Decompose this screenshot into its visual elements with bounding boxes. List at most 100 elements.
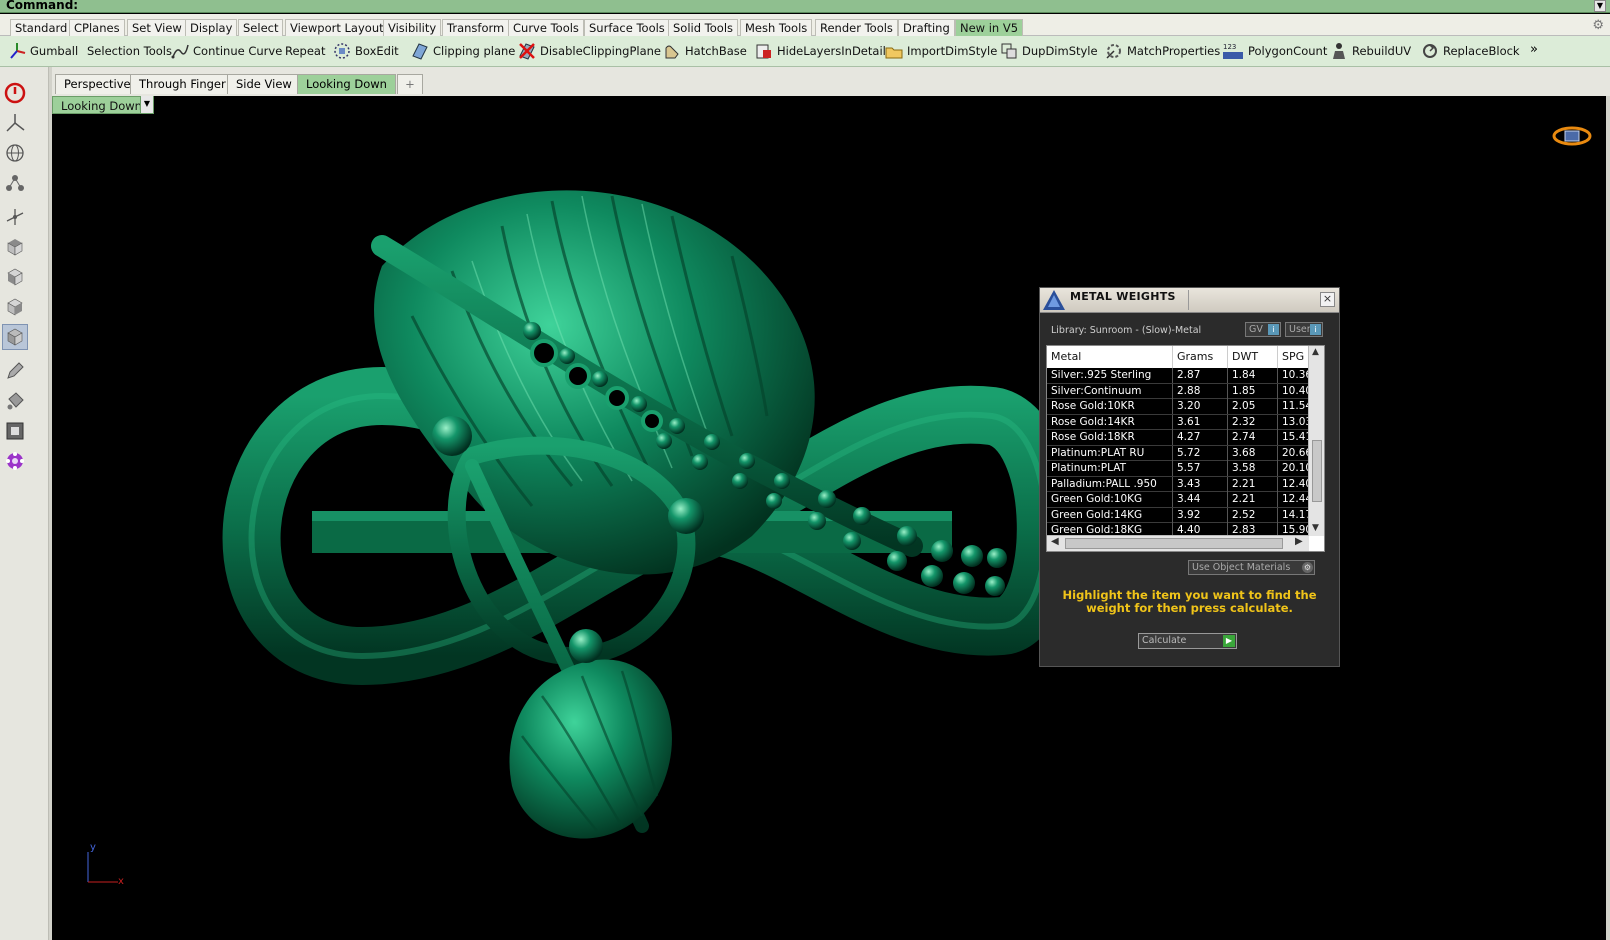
viewport-tab-through-finger[interactable]: Through Finger bbox=[130, 74, 235, 94]
viewport-menu-icon[interactable]: ▼ bbox=[140, 96, 153, 113]
command-bar[interactable]: Command: ▼ bbox=[0, 0, 1610, 13]
tab-mesh-tools[interactable]: Mesh Tools bbox=[740, 19, 813, 36]
cell-metal: Green Gold:10KG bbox=[1047, 492, 1173, 507]
scroll-thumb[interactable] bbox=[1312, 440, 1322, 502]
column-header-metal[interactable]: Metal bbox=[1047, 346, 1173, 368]
toolbar-overflow-icon[interactable]: » bbox=[1530, 42, 1538, 57]
repeat-button[interactable]: Repeat bbox=[285, 41, 325, 62]
boxedit-button[interactable]: BoxEdit bbox=[333, 41, 399, 62]
svg-text:123: 123 bbox=[1223, 43, 1236, 51]
tab-set-view[interactable]: Set View bbox=[127, 19, 187, 36]
tab-surface-tools[interactable]: Surface Tools bbox=[584, 19, 670, 36]
table-row[interactable]: Silver:.925 Sterling2.871.8410.36 bbox=[1047, 368, 1309, 384]
network-button[interactable] bbox=[2, 170, 28, 196]
disable-clipping-plane-button[interactable]: DisableClippingPlane bbox=[518, 41, 661, 62]
cell-dwt: 2.32 bbox=[1228, 414, 1278, 430]
table-row[interactable]: Green Gold:10KG3.442.2112.44 bbox=[1047, 492, 1309, 508]
table-horizontal-scrollbar[interactable]: ◀ ▶ bbox=[1047, 535, 1309, 551]
navigation-widget-icon[interactable] bbox=[1552, 124, 1592, 148]
import-dim-style-button[interactable]: ImportDimStyle bbox=[885, 41, 997, 62]
plugin-button[interactable] bbox=[2, 448, 28, 474]
clipping-plane-button[interactable]: Clipping plane bbox=[411, 41, 515, 62]
render-button[interactable] bbox=[2, 418, 28, 444]
tab-curve-tools[interactable]: Curve Tools bbox=[508, 19, 584, 36]
hatchbase-button[interactable]: HatchBase bbox=[663, 41, 747, 62]
dup-dim-style-button[interactable]: DupDimStyle bbox=[1000, 41, 1098, 62]
viewport-title-dropdown[interactable]: Looking Down bbox=[52, 96, 154, 114]
right-view-button[interactable] bbox=[2, 294, 28, 320]
selection-tools-button[interactable]: Selection Tools bbox=[87, 41, 172, 62]
cell-metal: Platinum:PLAT RU bbox=[1047, 445, 1173, 461]
gv-toggle[interactable]: GV i bbox=[1245, 322, 1281, 337]
scroll-right-icon[interactable]: ▶ bbox=[1295, 536, 1303, 547]
hide-layers-in-detail-button[interactable]: HideLayersInDetail bbox=[755, 41, 886, 62]
material-button[interactable] bbox=[2, 388, 28, 414]
cplane-icon bbox=[6, 209, 24, 225]
table-row[interactable]: Rose Gold:10KR3.202.0511.54 bbox=[1047, 399, 1309, 415]
ring-model bbox=[222, 190, 1075, 839]
rebuild-uv-button[interactable]: RebuildUV bbox=[1330, 41, 1411, 62]
scroll-up-icon[interactable]: ▲ bbox=[1312, 347, 1319, 357]
use-object-materials-label: Use Object Materials bbox=[1192, 562, 1291, 573]
cplane-button[interactable] bbox=[2, 204, 28, 230]
viewport-tab-side-view[interactable]: Side View bbox=[227, 74, 301, 94]
replace-block-icon bbox=[1423, 43, 1437, 58]
tab-viewport-layout[interactable]: Viewport Layout bbox=[285, 19, 389, 36]
column-header-grams[interactable]: Grams bbox=[1173, 346, 1228, 368]
settings-icon: ⚙ bbox=[1302, 562, 1313, 573]
tab-display[interactable]: Display bbox=[185, 19, 238, 36]
scroll-left-icon[interactable]: ◀ bbox=[1051, 536, 1059, 547]
play-icon: ▶ bbox=[1223, 635, 1235, 647]
table-row[interactable]: Silver:Continuum2.881.8510.40 bbox=[1047, 383, 1309, 399]
table-row[interactable]: Platinum:PLAT5.573.5820.10 bbox=[1047, 461, 1309, 477]
gumball-button[interactable]: Gumball bbox=[8, 41, 78, 62]
user-toggle-label: User bbox=[1289, 324, 1311, 335]
scroll-down-icon[interactable]: ▼ bbox=[1312, 523, 1319, 533]
continue-curve-button[interactable]: Continue Curve bbox=[171, 41, 282, 62]
world-view-button[interactable] bbox=[2, 140, 28, 166]
dialog-title-bar[interactable]: METAL WEIGHTS × bbox=[1040, 288, 1339, 313]
table-row[interactable]: Green Gold:14KG3.922.5214.17 bbox=[1047, 507, 1309, 523]
tab-render-tools[interactable]: Render Tools bbox=[815, 19, 898, 36]
viewport-looking-down[interactable]: Looking Down ▼ y x bbox=[52, 96, 1606, 940]
tab-transform[interactable]: Transform bbox=[442, 19, 510, 36]
top-view-button[interactable] bbox=[2, 234, 28, 260]
tab-drafting[interactable]: Drafting bbox=[898, 19, 955, 36]
user-toggle[interactable]: User i bbox=[1285, 322, 1323, 337]
viewport-tab-looking-down[interactable]: Looking Down bbox=[297, 74, 396, 94]
table-row[interactable]: Rose Gold:14KR3.612.3213.03 bbox=[1047, 414, 1309, 430]
command-dropdown-icon[interactable]: ▼ bbox=[1594, 0, 1606, 12]
tab-solid-tools[interactable]: Solid Tools bbox=[668, 19, 739, 36]
boxedit-label: BoxEdit bbox=[355, 44, 399, 58]
add-viewport-tab-icon[interactable]: + bbox=[397, 74, 423, 94]
set-view-button[interactable] bbox=[2, 110, 28, 136]
tab-cplanes[interactable]: CPlanes bbox=[69, 19, 125, 36]
history-record-button[interactable] bbox=[2, 80, 28, 106]
tab-new-in-v5[interactable]: New in V5 bbox=[955, 19, 1024, 36]
gear-icon[interactable]: ⚙ bbox=[1592, 18, 1604, 33]
sketch-button[interactable] bbox=[2, 358, 28, 384]
power-icon bbox=[4, 82, 26, 104]
tab-standard[interactable]: Standard bbox=[10, 19, 73, 36]
polygon-count-button[interactable]: 123 PolygonCount bbox=[1222, 41, 1327, 62]
column-header-dwt[interactable]: DWT bbox=[1228, 346, 1278, 368]
viewport-tab-perspective[interactable]: Perspective bbox=[55, 74, 140, 94]
calculate-button[interactable]: Calculate ▶ bbox=[1138, 633, 1237, 649]
table-row[interactable]: Palladium:PALL .9503.432.2112.40 bbox=[1047, 476, 1309, 492]
perspective-view-button[interactable] bbox=[2, 324, 28, 350]
tab-select[interactable]: Select bbox=[238, 19, 284, 36]
hscroll-thumb[interactable] bbox=[1065, 538, 1283, 549]
close-icon[interactable]: × bbox=[1320, 292, 1335, 307]
front-view-button[interactable] bbox=[2, 264, 28, 290]
tab-visibility[interactable]: Visibility bbox=[383, 19, 442, 36]
table-row[interactable]: Rose Gold:18KR4.272.7415.41 bbox=[1047, 430, 1309, 446]
cell-metal: Silver:.925 Sterling bbox=[1047, 368, 1173, 383]
match-properties-button[interactable]: MatchProperties bbox=[1105, 41, 1220, 62]
toolbar-tabs: Standard CPlanes Set View Display Select… bbox=[0, 14, 1610, 36]
use-object-materials-dropdown[interactable]: Use Object Materials ⚙ bbox=[1188, 560, 1315, 575]
table-vertical-scrollbar[interactable]: ▲ ▼ bbox=[1308, 346, 1324, 536]
replace-block-button[interactable]: ReplaceBlock bbox=[1421, 41, 1520, 62]
cube-top-icon bbox=[7, 239, 23, 256]
table-row[interactable]: Platinum:PLAT RU5.723.6820.66 bbox=[1047, 445, 1309, 461]
gumball-label: Gumball bbox=[30, 44, 79, 58]
